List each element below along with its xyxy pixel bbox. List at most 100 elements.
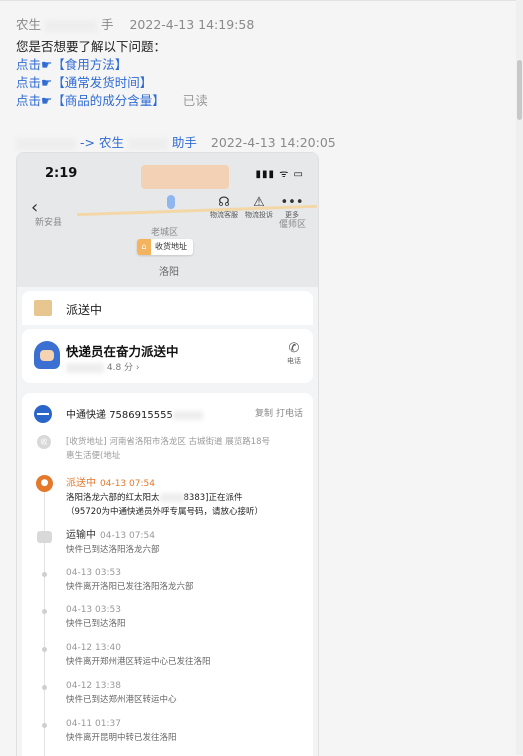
timeline-dot xyxy=(42,647,47,652)
status-icons: ▮▮▮ ᯤ ▭ xyxy=(255,169,304,180)
shipping-status-card: 派送中 xyxy=(22,291,313,325)
phone-label: 电话 xyxy=(287,357,301,365)
delivery-address: [收货地址] 河南省洛阳市洛龙区 古城街道 展览路18号 惠生活便(地址 xyxy=(66,435,306,463)
shipment-screenshot[interactable]: 2:19 ▮▮▮ ᯤ ▭ ‹ 新安县 老城区 洛阳 偃师区 ☊ 物流客服 ⚠ 物流投… xyxy=(16,152,319,756)
address-icon: 收 xyxy=(37,435,51,449)
more-icon: ••• xyxy=(280,195,304,210)
redacted-number xyxy=(172,410,203,420)
timeline-dot xyxy=(42,685,47,690)
timeline-event: 04-12 13:40 快件离开郑州港区转运中心已发往洛阳 xyxy=(66,641,306,669)
copy-label: 复制 xyxy=(254,409,273,419)
link-prefix: 点击☛ xyxy=(16,75,53,90)
event-time: 04-12 13:40 xyxy=(66,643,121,653)
timeline-dot xyxy=(42,572,47,577)
link-label: 【食用方法】 xyxy=(52,57,128,72)
sender-name: -> 农生 xyxy=(79,135,124,150)
read-status: 已读 xyxy=(182,93,208,108)
redacted-phone xyxy=(159,493,184,502)
call-label: 打电话 xyxy=(275,409,303,419)
event-desc: 快件已到达洛阳洛龙六部 xyxy=(66,545,160,555)
tool-customer-service: ☊ 物流客服 xyxy=(205,195,243,220)
event-desc: 快件离开郑州港区转运中心已发往洛阳 xyxy=(66,657,211,667)
timeline-event: 派送中 04-13 07:54 洛阳洛龙六部的红太阳太 8383]正在派件 （957… xyxy=(66,477,306,519)
courier-rating-row: 4.8 分 › xyxy=(66,360,140,373)
timeline-event: 04-13 03:53 快件离开洛阳已发往洛阳洛龙六部 xyxy=(66,566,306,594)
tracking-number: 7586915555 xyxy=(109,410,173,421)
event-desc: （95720为中通快递员外呼专属号码，请放心接听） xyxy=(66,507,264,517)
phone-icon: ✆ xyxy=(288,341,300,356)
faq-link-shipping-time[interactable]: 点击☛【通常发货时间】 xyxy=(16,74,208,92)
map-label-left: 新安县 xyxy=(35,218,63,228)
home-icon: ⌂ xyxy=(137,239,151,255)
event-desc: 8383]正在派件 xyxy=(183,493,243,503)
call-courier: ✆ 电话 xyxy=(287,341,301,366)
tool-label: 更多 xyxy=(285,211,299,219)
scrollbar-thumb[interactable] xyxy=(517,60,522,120)
faq-link-ingredients[interactable]: 点击☛【商品的成分含量】 xyxy=(16,93,165,108)
courier-card: 快递员在奋力派送中 4.8 分 › ✆ 电话 xyxy=(22,329,313,383)
faq-link-usage[interactable]: 点击☛【食用方法】 xyxy=(16,56,208,74)
link-label: 【商品的成分含量】 xyxy=(52,93,165,108)
address-line: [收货地址] 河南省洛阳市洛龙区 古城街道 展览路18号 xyxy=(66,437,271,447)
message-prompt: 您是否想要了解以下问题： xyxy=(16,39,167,54)
headset-icon: ☊ xyxy=(218,195,230,210)
tool-more: ••• 更多 xyxy=(273,195,311,220)
event-desc: 洛阳洛龙六部的红太阳太 xyxy=(66,493,160,503)
message-timestamp: 2022-4-13 14:20:05 xyxy=(210,135,336,150)
message-body: 您是否想要了解以下问题： 点击☛【食用方法】 点击☛【通常发货时间】 点击☛【商… xyxy=(16,38,208,110)
link-prefix: 点击☛ xyxy=(16,57,53,72)
link-label: 【通常发货时间】 xyxy=(52,75,153,90)
event-time: 04-13 07:54 xyxy=(100,479,155,489)
tool-label: 物流客服 xyxy=(210,211,238,219)
carrier-name: 中通快递 xyxy=(66,410,106,421)
sender-name-suffix: 手 xyxy=(100,17,114,32)
status-time: 2:19 xyxy=(45,166,78,181)
timeline-event: 运输中 04-13 07:54 快件已到达洛阳洛龙六部 xyxy=(66,529,306,557)
top-divider xyxy=(0,0,523,1)
pin-label: 收货地址 xyxy=(155,242,187,251)
shipping-status: 派送中 xyxy=(66,303,103,317)
scrollbar[interactable] xyxy=(516,0,523,755)
event-desc: 快件离开昆明中转已发往洛阳 xyxy=(66,733,177,743)
courier-message: 快递员在奋力派送中 xyxy=(66,344,179,359)
event-desc: 快件已到达郑州港区转运中心 xyxy=(66,695,177,705)
package-icon xyxy=(34,300,52,316)
map-banner xyxy=(141,165,229,189)
courier-avatar xyxy=(34,341,60,369)
timeline-event: 04-12 13:38 快件已到达郑州港区转运中心 xyxy=(66,679,306,707)
timeline-line xyxy=(44,477,45,756)
event-desc: 快件离开洛阳已发往洛阳洛龙六部 xyxy=(66,582,194,592)
message-header: -> 农生 助手 2022-4-13 14:20:05 xyxy=(16,132,336,151)
sender-name-suffix: 助手 xyxy=(171,135,197,150)
tracking-detail-card: 中通快递 7586915555 复制 打电话 收 [收货地址] 河南省洛阳市洛龙… xyxy=(22,393,313,756)
tracking-number-row: 中通快递 7586915555 xyxy=(66,406,203,421)
event-time: 04-13 03:53 xyxy=(66,568,121,578)
faq-row-ingredients: 点击☛【商品的成分含量】 已读 xyxy=(16,92,208,110)
timeline-dot xyxy=(42,609,47,614)
event-time: 04-13 07:54 xyxy=(100,531,155,541)
link-prefix: 点击☛ xyxy=(16,93,53,108)
map-view: 2:19 ▮▮▮ ᯤ ▭ ‹ 新安县 老城区 洛阳 偃师区 ☊ 物流客服 ⚠ 物流投… xyxy=(17,153,318,287)
message-header: 农生 手 2022-4-13 14:19:58 xyxy=(16,14,254,33)
tool-label: 物流投诉 xyxy=(245,211,273,219)
message-timestamp: 2022-4-13 14:19:58 xyxy=(129,17,255,32)
delivery-address-pin: ⌂ 收货地址 xyxy=(137,239,193,255)
event-desc: 快件已到达洛阳 xyxy=(66,619,126,629)
event-time: 04-13 03:53 xyxy=(66,605,121,615)
courier-rating: 4.8 分 › xyxy=(106,363,140,373)
timeline-dot xyxy=(42,723,47,728)
timeline-event: 04-13 03:53 快件已到达洛阳 xyxy=(66,603,306,631)
timeline-event: 04-11 01:37 快件离开昆明中转已发往洛阳 xyxy=(66,717,306,745)
redacted-name xyxy=(66,362,104,373)
event-time: 04-11 01:37 xyxy=(66,719,121,729)
event-status: 运输中 xyxy=(66,530,96,541)
map-label-city: 洛阳 xyxy=(159,267,179,278)
event-status: 派送中 xyxy=(66,478,96,489)
redacted-name xyxy=(127,137,168,150)
event-time: 04-12 13:38 xyxy=(66,681,121,691)
delivering-icon: ● xyxy=(36,475,53,492)
truck-icon xyxy=(37,531,52,543)
sender-name: 农生 xyxy=(16,17,42,32)
location-marker-icon xyxy=(167,195,175,209)
address-line: 惠生活便(地址 xyxy=(66,451,121,461)
